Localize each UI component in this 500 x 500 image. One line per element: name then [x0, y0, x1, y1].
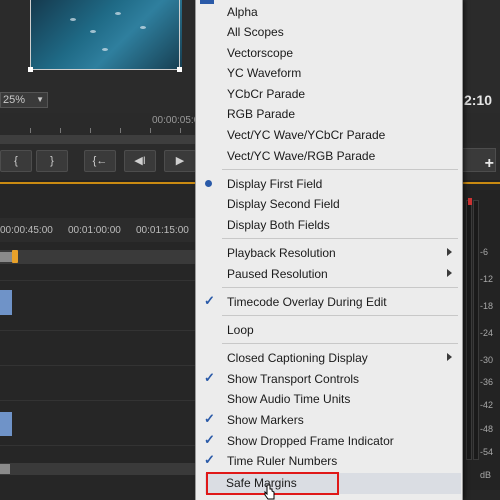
menu-item-label: Show Transport Controls: [227, 372, 360, 386]
menu-item-label: Display Both Fields: [227, 218, 330, 232]
menu-item-closed-captioning[interactable]: Closed Captioning Display: [196, 348, 462, 368]
go-to-in-button[interactable]: {←: [84, 150, 116, 172]
meter-db-label: -42: [480, 400, 494, 410]
menu-separator: [222, 315, 458, 316]
checkmark-icon: ✓: [204, 293, 215, 308]
submenu-arrow-icon: [447, 269, 452, 277]
meter-db-label: -24: [480, 328, 494, 338]
menu-separator: [222, 169, 458, 170]
menu-item-label: Timecode Overlay During Edit: [227, 295, 387, 309]
meter-db-label: -48: [480, 424, 494, 434]
submenu-arrow-icon: [447, 248, 452, 256]
menu-item-label: Display Second Field: [227, 197, 340, 211]
radio-dot-icon: [205, 180, 212, 187]
checkmark-icon: ✓: [204, 370, 215, 385]
menu-item-show-markers[interactable]: ✓ Show Markers: [196, 410, 462, 430]
checkmark-icon: ✓: [204, 411, 215, 426]
submenu-arrow-icon: [447, 353, 452, 361]
monitor-timecode: 2:10: [463, 92, 492, 108]
menu-item-label: Paused Resolution: [227, 267, 328, 281]
meter-db-label: -12: [480, 274, 494, 284]
step-back-button[interactable]: ◀I: [124, 150, 156, 172]
chevron-down-icon: ▼: [36, 95, 44, 104]
audio-clip[interactable]: [0, 412, 12, 436]
menu-item-label: All Scopes: [227, 25, 284, 39]
checkmark-icon: ✓: [204, 452, 215, 467]
menu-item-label: Display First Field: [227, 177, 323, 191]
menu-item-loop[interactable]: Loop: [196, 320, 462, 340]
checkmark-icon: ✓: [204, 432, 215, 447]
menu-separator: [222, 287, 458, 288]
menu-item-rgb-parade[interactable]: RGB Parade: [196, 104, 462, 124]
playhead-handle[interactable]: [12, 250, 18, 263]
menu-item-vect-yc-ycbcr[interactable]: Vect/YC Wave/YCbCr Parade: [196, 125, 462, 145]
meter-db-label: -30: [480, 355, 494, 365]
mark-in-button[interactable]: {: [0, 150, 32, 172]
frame-handle[interactable]: [28, 67, 33, 72]
monitor-scrollbar[interactable]: [0, 135, 195, 144]
menu-item-label: Playback Resolution: [227, 246, 336, 260]
menu-item-label: Vect/YC Wave/RGB Parade: [227, 149, 376, 163]
menu-item-label: Show Markers: [227, 413, 304, 427]
ruler-time-label: 00:01:15:00: [136, 225, 189, 236]
menu-item-label: Closed Captioning Display: [227, 351, 368, 365]
menu-item-time-ruler-numbers[interactable]: ✓ Time Ruler Numbers: [196, 451, 462, 471]
menu-item-show-transport-controls[interactable]: ✓ Show Transport Controls: [196, 369, 462, 389]
menu-item-playback-resolution[interactable]: Playback Resolution: [196, 243, 462, 263]
menu-item-ycbcr-parade[interactable]: YCbCr Parade: [196, 84, 462, 104]
menu-item-timecode-overlay[interactable]: ✓ Timecode Overlay During Edit: [196, 292, 462, 312]
menu-item-label: RGB Parade: [227, 107, 296, 121]
meter-channel-left: [466, 200, 472, 460]
meter-db-label: -18: [480, 301, 494, 311]
mark-out-button[interactable]: }: [36, 150, 68, 172]
safe-margin-frame: [28, 0, 182, 72]
menu-item-alpha[interactable]: Alpha: [196, 2, 462, 22]
monitor-context-menu: Alpha All Scopes Vectorscope YC Waveform…: [195, 0, 463, 500]
menu-item-label: YC Waveform: [227, 66, 302, 80]
menu-separator: [222, 238, 458, 239]
menu-separator: [222, 343, 458, 344]
menu-item-label: Show Dropped Frame Indicator: [227, 434, 394, 448]
menu-item-label: Vectorscope: [227, 46, 294, 60]
menu-item-label: Alpha: [227, 5, 258, 19]
ruler-time-label: 00:00:45:00: [0, 225, 53, 236]
menu-item-yc-waveform[interactable]: YC Waveform: [196, 63, 462, 83]
frame-handle[interactable]: [177, 67, 182, 72]
menu-item-display-second-field[interactable]: Display Second Field: [196, 194, 462, 214]
meter-channel-right: [473, 200, 479, 460]
menu-item-vect-yc-rgb[interactable]: Vect/YC Wave/RGB Parade: [196, 146, 462, 166]
add-button[interactable]: +: [485, 155, 494, 173]
video-clip[interactable]: [0, 290, 12, 315]
timeline-scrollbar[interactable]: [0, 463, 195, 475]
menu-item-paused-resolution[interactable]: Paused Resolution: [196, 264, 462, 284]
menu-item-label: Show Audio Time Units: [227, 392, 351, 406]
menu-item-label: YCbCr Parade: [227, 87, 306, 101]
timeline-scroll-thumb[interactable]: [0, 464, 10, 474]
meter-db-label: -6: [480, 247, 489, 257]
menu-item-label: Vect/YC Wave/YCbCr Parade: [227, 128, 386, 142]
ruler-time-label: 00:01:00:00: [68, 225, 121, 236]
menu-item-show-dropped-frame[interactable]: ✓ Show Dropped Frame Indicator: [196, 431, 462, 451]
menu-item-show-audio-time-units[interactable]: Show Audio Time Units: [196, 389, 462, 409]
meter-db-label: -54: [480, 447, 494, 457]
menu-item-display-both-fields[interactable]: Display Both Fields: [196, 215, 462, 235]
work-area-bar[interactable]: [0, 250, 195, 264]
meter-db-label: -36: [480, 377, 494, 387]
menu-item-label: Loop: [227, 323, 254, 337]
clip-indicator[interactable]: [468, 198, 472, 205]
menu-item-all-scopes[interactable]: All Scopes: [196, 22, 462, 42]
zoom-level-dropdown[interactable]: 25% ▼: [0, 92, 48, 108]
mouse-cursor-icon: [264, 484, 275, 500]
zoom-level-value: 25%: [3, 94, 26, 106]
work-area-range[interactable]: [0, 252, 12, 262]
meter-db-unit: dB: [480, 470, 492, 480]
play-button[interactable]: ▶: [164, 150, 196, 172]
menu-item-vectorscope[interactable]: Vectorscope: [196, 43, 462, 63]
menu-item-label: Time Ruler Numbers: [227, 454, 338, 468]
menu-item-display-first-field[interactable]: Display First Field: [196, 174, 462, 194]
